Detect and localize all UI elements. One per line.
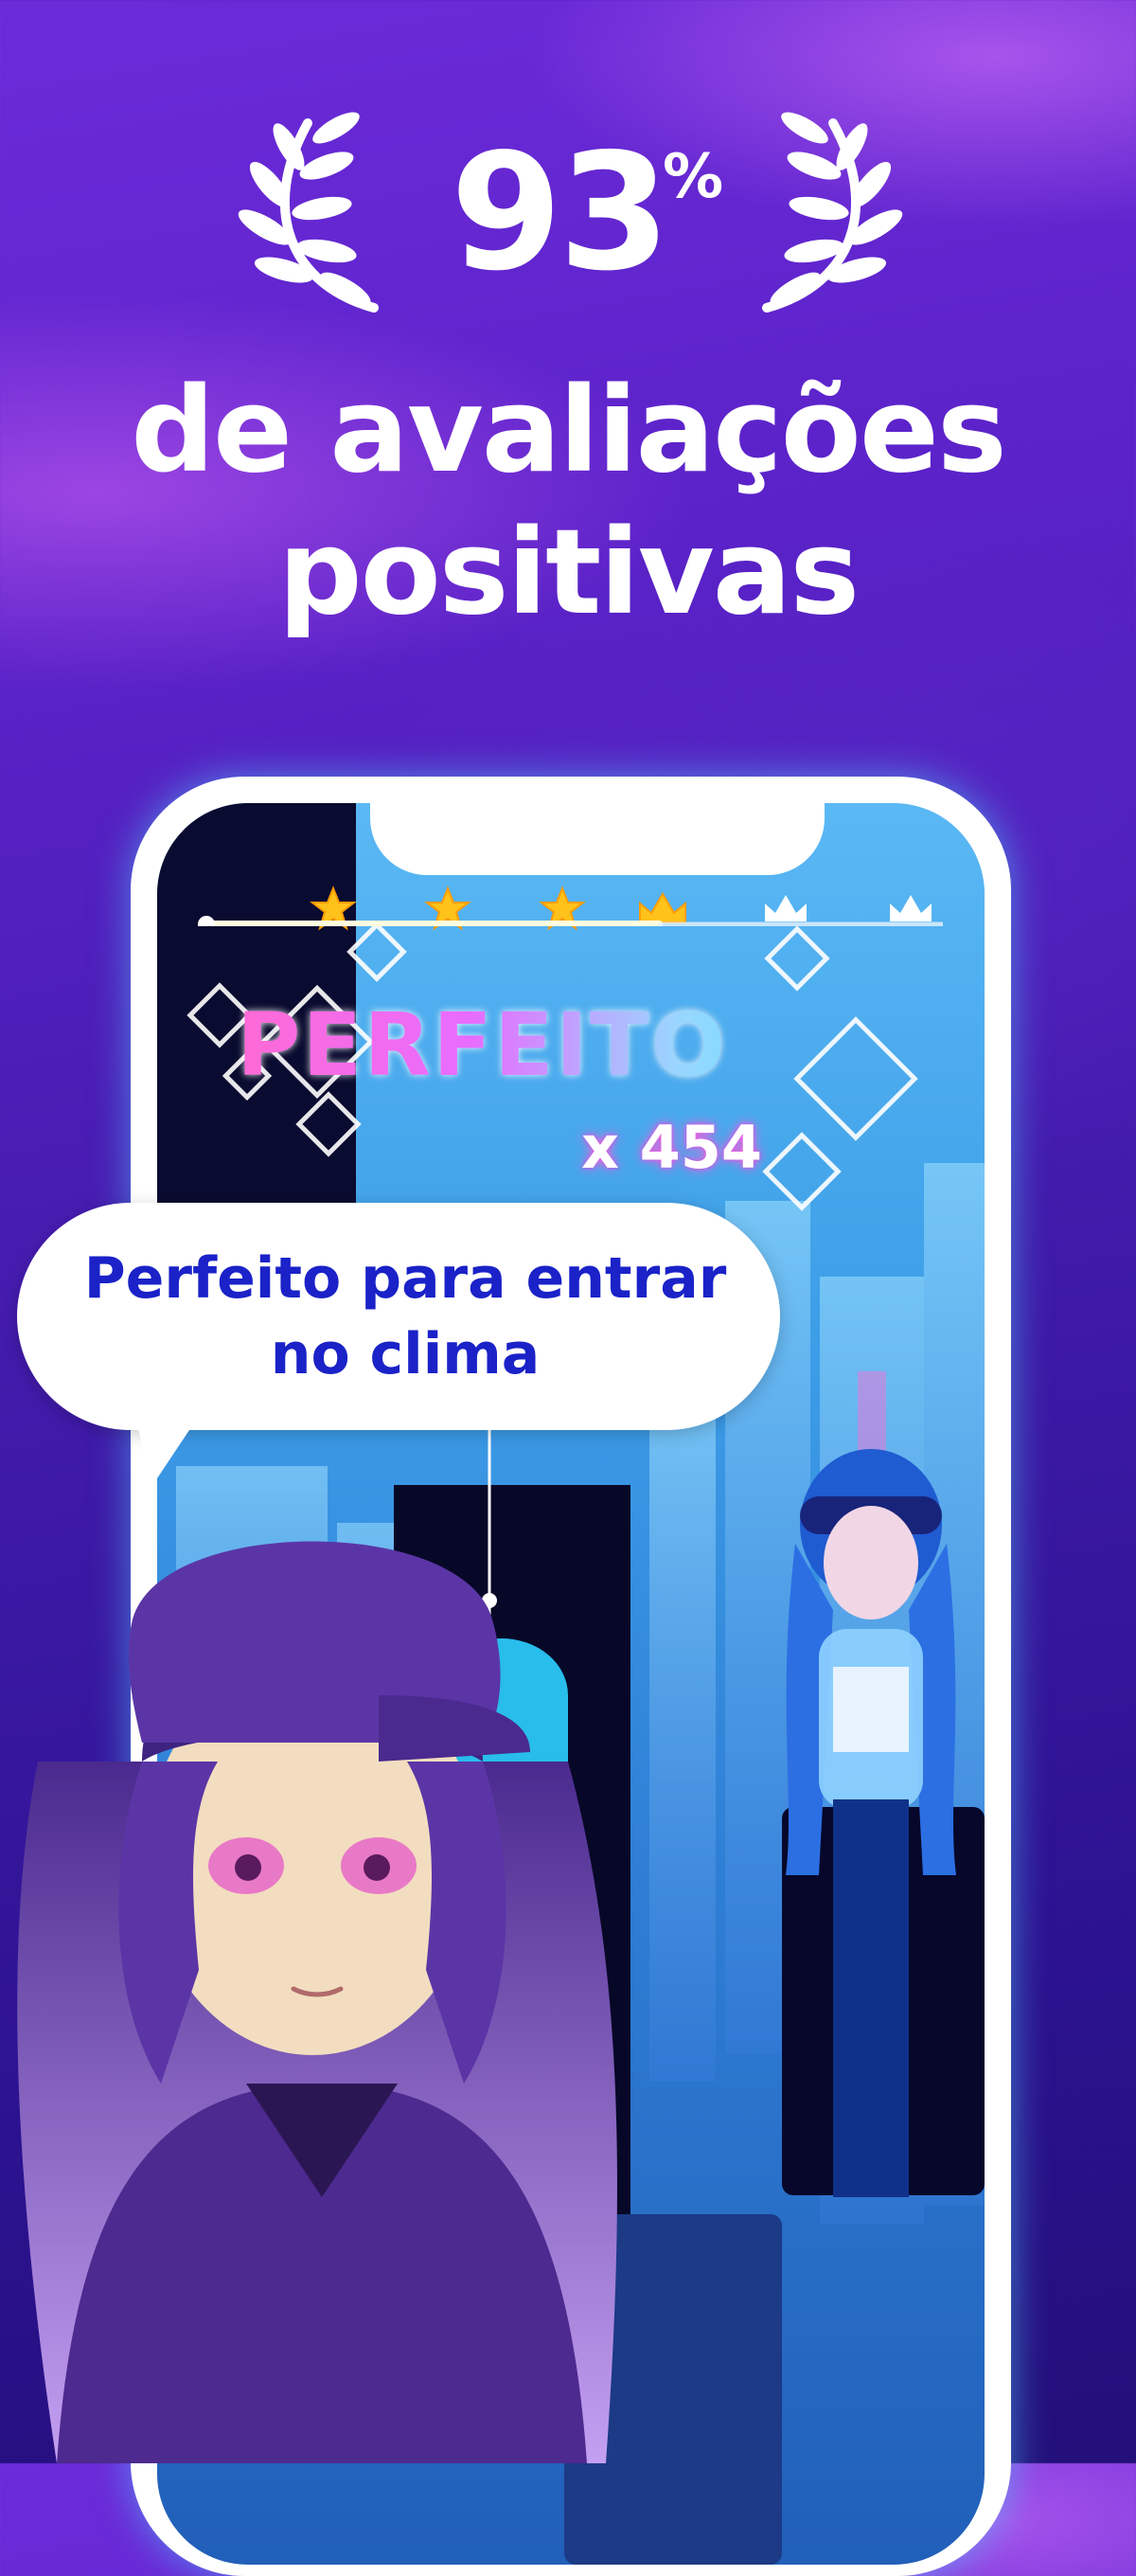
rating-label-perfect: PERFEITO xyxy=(237,994,824,1096)
headline-line-2: positivas xyxy=(277,505,860,641)
percent-sign: % xyxy=(663,142,724,212)
laurel-right-icon xyxy=(762,112,903,313)
laurel-left-icon xyxy=(238,112,379,313)
speech-bubble-text: Perfeito para entrar no clima xyxy=(74,1241,737,1392)
mascot-girl-purple-cap xyxy=(17,1541,617,2463)
city-girl-illustration xyxy=(786,1449,956,2197)
speech-line-1: Perfeito para entrar xyxy=(83,1245,727,1312)
speech-bubble-tail xyxy=(133,1402,208,1487)
headline-line-1: de avaliações xyxy=(131,363,1007,499)
speech-bubble: Perfeito para entrar no clima xyxy=(17,1203,780,1430)
rating-badge: 93 % xyxy=(0,104,1136,322)
hero-banner: 93 % de avaliações positivas xyxy=(0,0,1136,720)
combo-counter: x 454 xyxy=(581,1113,762,1182)
speech-line-2: no clima xyxy=(270,1321,541,1387)
headline: de avaliações positivas xyxy=(0,360,1136,644)
level-progress-bar xyxy=(198,916,943,926)
